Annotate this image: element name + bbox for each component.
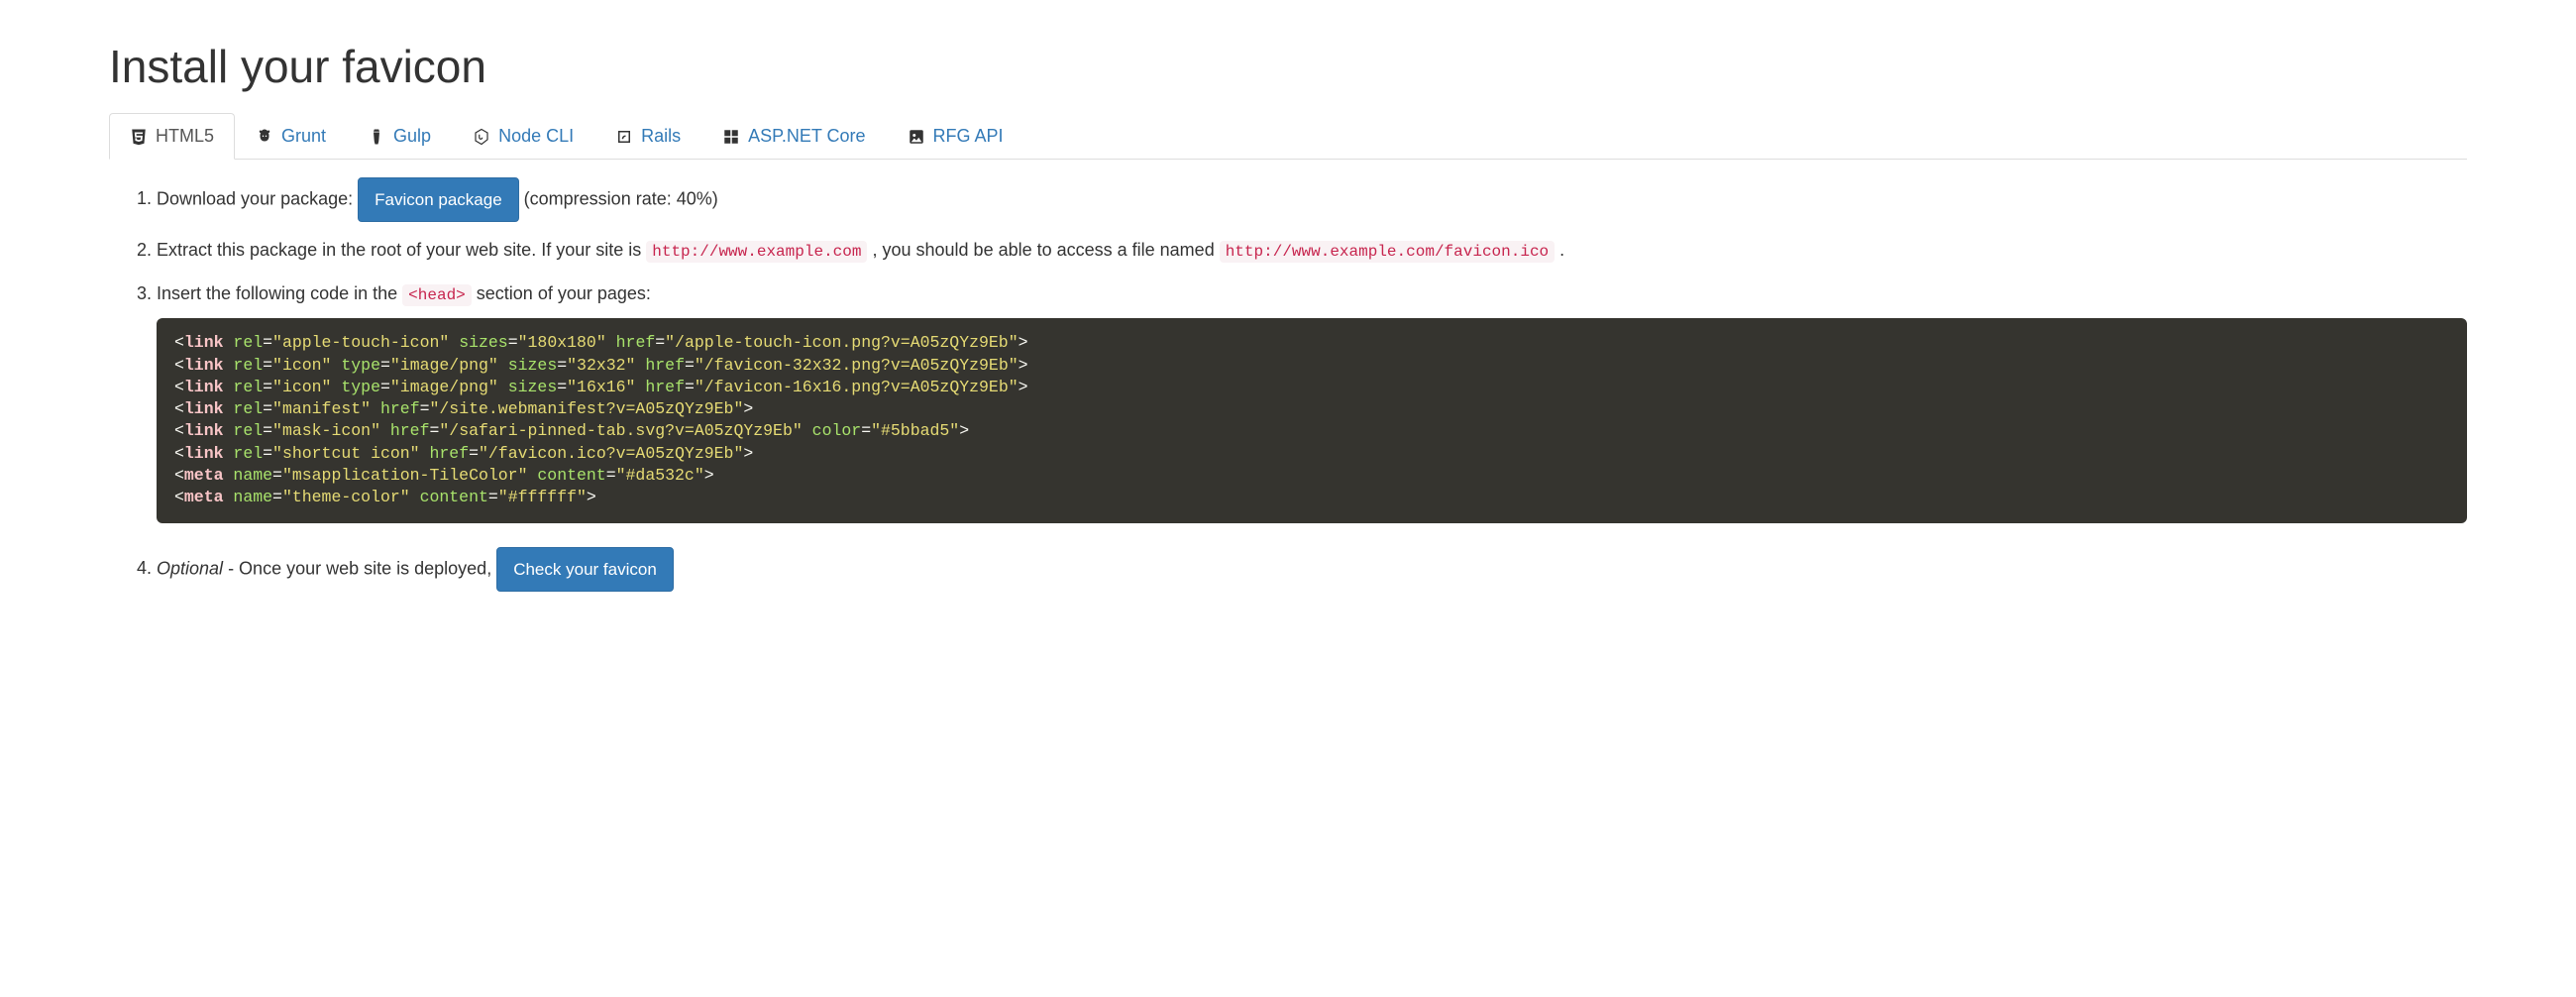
optional-label: Optional [157,558,223,578]
tab-label: HTML5 [156,126,214,147]
head-tag-code: <head> [402,284,472,306]
tab-label: RFG API [933,126,1004,147]
code-snippet[interactable]: <link rel="apple-touch-icon" sizes="180x… [157,318,2467,522]
step-3-pre: Insert the following code in the [157,283,402,303]
step-3: Insert the following code in the <head> … [157,279,2467,523]
gulp-icon [368,128,385,146]
html5-icon [130,128,148,146]
step-3-post: section of your pages: [477,283,651,303]
step-4: Optional - Once your web site is deploye… [157,547,2467,592]
tab-bar: HTML5 Grunt Gulp Node CLI Rails ASP.NET Core R… [109,113,2467,160]
check-favicon-button[interactable]: Check your favicon [496,547,674,592]
steps-list: Download your package: Favicon package (… [109,177,2467,592]
step-1: Download your package: Favicon package (… [157,177,2467,222]
step-4-mid: - Once your web site is deployed, [228,558,496,578]
tab-rails[interactable]: Rails [594,113,701,160]
rfg-icon [908,128,925,146]
tab-node-cli[interactable]: Node CLI [452,113,594,160]
tab-label: Rails [641,126,681,147]
tab-label: ASP.NET Core [748,126,865,147]
tab-label: Gulp [393,126,431,147]
tab-label: Node CLI [498,126,574,147]
step-2-mid: , you should be able to access a file na… [872,240,1219,260]
step-2-post: . [1559,240,1564,260]
page-title: Install your favicon [109,40,2467,93]
tab-label: Grunt [281,126,326,147]
tab-asp-net-core[interactable]: ASP.NET Core [701,113,886,160]
favicon-url-code: http://www.example.com/favicon.ico [1220,241,1555,263]
aspnet-icon [722,128,740,146]
step-2-pre: Extract this package in the root of your… [157,240,646,260]
tab-rfg-api[interactable]: RFG API [887,113,1024,160]
tab-grunt[interactable]: Grunt [235,113,347,160]
nodejs-icon [473,128,490,146]
tab-gulp[interactable]: Gulp [347,113,452,160]
step-1-post: (compression rate: 40%) [524,188,718,208]
step-1-pre: Download your package: [157,188,358,208]
favicon-package-button[interactable]: Favicon package [358,177,519,222]
example-url-code: http://www.example.com [646,241,867,263]
rails-icon [615,128,633,146]
grunt-icon [256,128,273,146]
tab-html5[interactable]: HTML5 [109,113,235,160]
step-2: Extract this package in the root of your… [157,236,2467,266]
